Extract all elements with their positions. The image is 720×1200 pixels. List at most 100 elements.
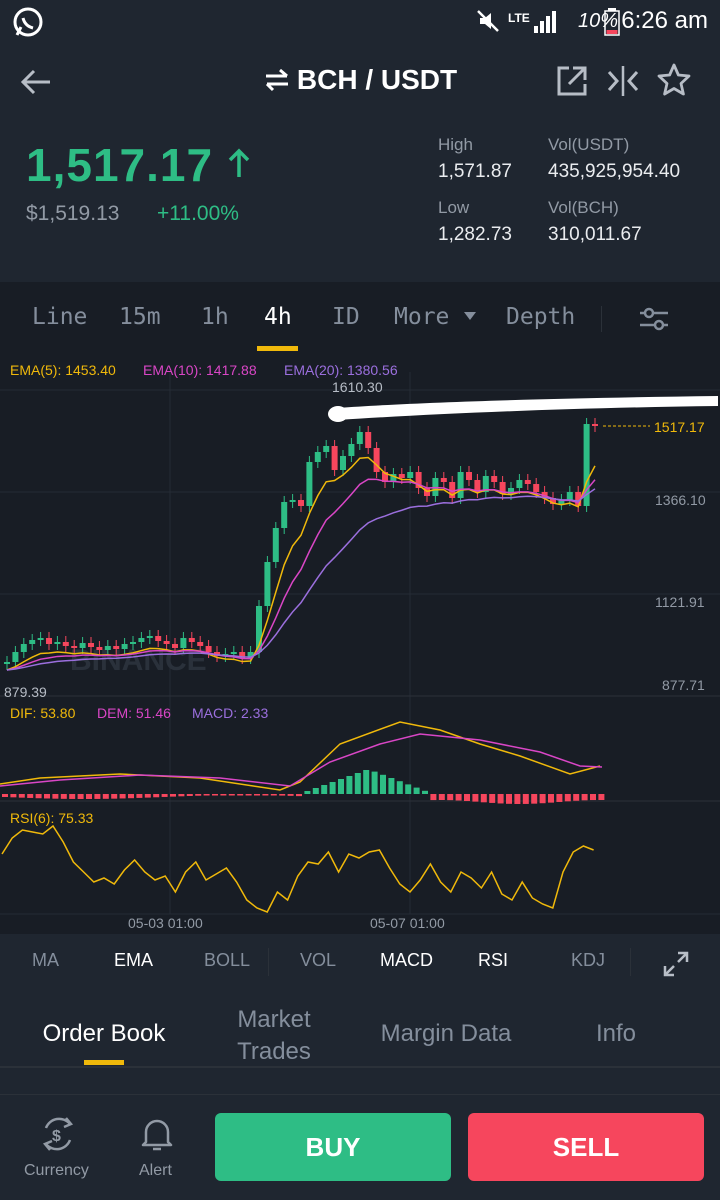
macd-bar — [363, 770, 370, 794]
high-value: 1,571.87 — [438, 161, 512, 182]
candle-body — [348, 444, 355, 456]
candle-body — [516, 480, 523, 488]
candle-body — [88, 643, 94, 647]
tab-1d[interactable]: ID — [332, 304, 360, 330]
macd-bar — [144, 794, 151, 798]
indicator-vol[interactable]: VOL — [300, 950, 336, 971]
candle-body — [29, 640, 36, 644]
tabs-divider — [0, 1066, 720, 1068]
macd-bar — [77, 794, 84, 799]
candle-body — [533, 484, 540, 492]
candle-body — [188, 638, 195, 642]
sell-button[interactable]: SELL — [468, 1113, 704, 1181]
vol-bch-label: Vol(BCH) — [548, 198, 619, 217]
tab-divider — [601, 306, 602, 332]
svg-text:$: $ — [52, 1128, 61, 1145]
macd-bar — [237, 794, 244, 796]
fullscreen-icon[interactable] — [662, 950, 690, 978]
ema20-legend: EMA(20): 1380.56 — [284, 362, 398, 378]
indicator-ema[interactable]: EMA — [114, 950, 153, 971]
candle-body — [440, 478, 447, 482]
candle-body — [331, 446, 338, 470]
tab-15m[interactable]: 15m — [119, 304, 161, 330]
tab-depth[interactable]: Depth — [506, 304, 575, 330]
macd-bar — [178, 794, 185, 797]
ema-5-line — [6, 456, 596, 671]
price-axis-3: 877.71 — [662, 677, 705, 693]
indicator-divider-2 — [630, 948, 631, 976]
macd-bar — [506, 794, 512, 804]
macd-bar — [153, 794, 160, 798]
candle-body — [524, 480, 531, 484]
macd-bar — [388, 778, 395, 794]
tab-order-book[interactable]: Order Book — [30, 1020, 178, 1048]
macd-bar — [44, 794, 50, 799]
candle-body — [37, 638, 44, 640]
macd-bar — [270, 794, 277, 796]
ema-lines — [6, 456, 596, 671]
bottom-tabs: Order Book Market Trades Margin Data Inf… — [0, 994, 720, 1066]
candle-body — [172, 644, 178, 648]
candlestick-chart[interactable]: BINANCE — [0, 352, 720, 934]
bottom-tab-indicator — [84, 1060, 124, 1065]
macd-bar — [522, 794, 529, 804]
max-price-label: 1610.30 — [332, 379, 383, 395]
pair-name: BCH / USDT — [296, 64, 458, 95]
indicator-macd[interactable]: MACD — [380, 950, 433, 971]
macd-bar — [329, 782, 336, 794]
candle-body — [180, 638, 187, 648]
candle-body — [79, 643, 86, 648]
tab-info[interactable]: Info — [580, 1020, 652, 1048]
macd-bar — [220, 794, 227, 796]
dem-line — [0, 733, 603, 787]
candle-body — [46, 638, 52, 644]
indicator-rsi[interactable]: RSI — [478, 950, 508, 971]
candle-body — [4, 662, 10, 664]
active-tab-indicator — [257, 346, 298, 351]
macd-bar — [94, 794, 101, 799]
candle-body — [398, 474, 405, 478]
alert-bell-icon[interactable] — [138, 1114, 176, 1154]
chart-settings-icon[interactable] — [638, 305, 670, 333]
candle-body — [54, 642, 61, 644]
indicator-boll[interactable]: BOLL — [204, 950, 250, 971]
external-link-icon[interactable] — [555, 64, 589, 98]
candle-body — [298, 500, 304, 506]
compare-icon[interactable] — [605, 64, 641, 98]
macd-bar — [598, 794, 605, 801]
macd-bar — [304, 791, 311, 794]
price-axis-2: 1121.91 — [655, 594, 705, 610]
currency-icon[interactable]: $ — [38, 1114, 78, 1154]
macd-bar — [170, 794, 176, 797]
tab-more[interactable]: More — [394, 304, 477, 330]
indicator-ma[interactable]: MA — [32, 950, 59, 971]
ema5-legend: EMA(5): 1453.40 — [10, 362, 116, 378]
candle-body — [104, 646, 111, 650]
macd-bar — [413, 787, 420, 794]
tab-4h[interactable]: 4h — [264, 304, 292, 330]
usd-price: $1,519.13 — [26, 202, 120, 225]
indicator-kdj[interactable]: KDJ — [571, 950, 605, 971]
tab-1h[interactable]: 1h — [201, 304, 229, 330]
macd-bar — [119, 794, 126, 799]
rsi-legend: RSI(6): 75.33 — [10, 810, 94, 826]
candle-body — [130, 642, 136, 644]
tab-market-trades[interactable]: Market Trades — [222, 1004, 326, 1068]
low-value: 1,282.73 — [438, 224, 512, 245]
candle-body — [163, 641, 170, 644]
alert-label: Alert — [139, 1162, 172, 1179]
whatsapp-icon — [13, 7, 43, 37]
macd-bar — [102, 794, 109, 799]
macd-bar — [472, 794, 479, 802]
macd-bar — [2, 794, 8, 797]
high-label: High — [438, 135, 473, 154]
macd-bar — [52, 794, 59, 799]
tab-line[interactable]: Line — [32, 304, 87, 330]
last-price: 1,517.17 — [26, 138, 251, 192]
star-icon[interactable] — [656, 62, 692, 98]
tab-margin-data[interactable]: Margin Data — [366, 1020, 526, 1048]
buy-button[interactable]: BUY — [215, 1113, 451, 1181]
macd-bar — [514, 794, 521, 804]
macd-bar — [573, 794, 580, 801]
macd-bar — [556, 794, 563, 802]
